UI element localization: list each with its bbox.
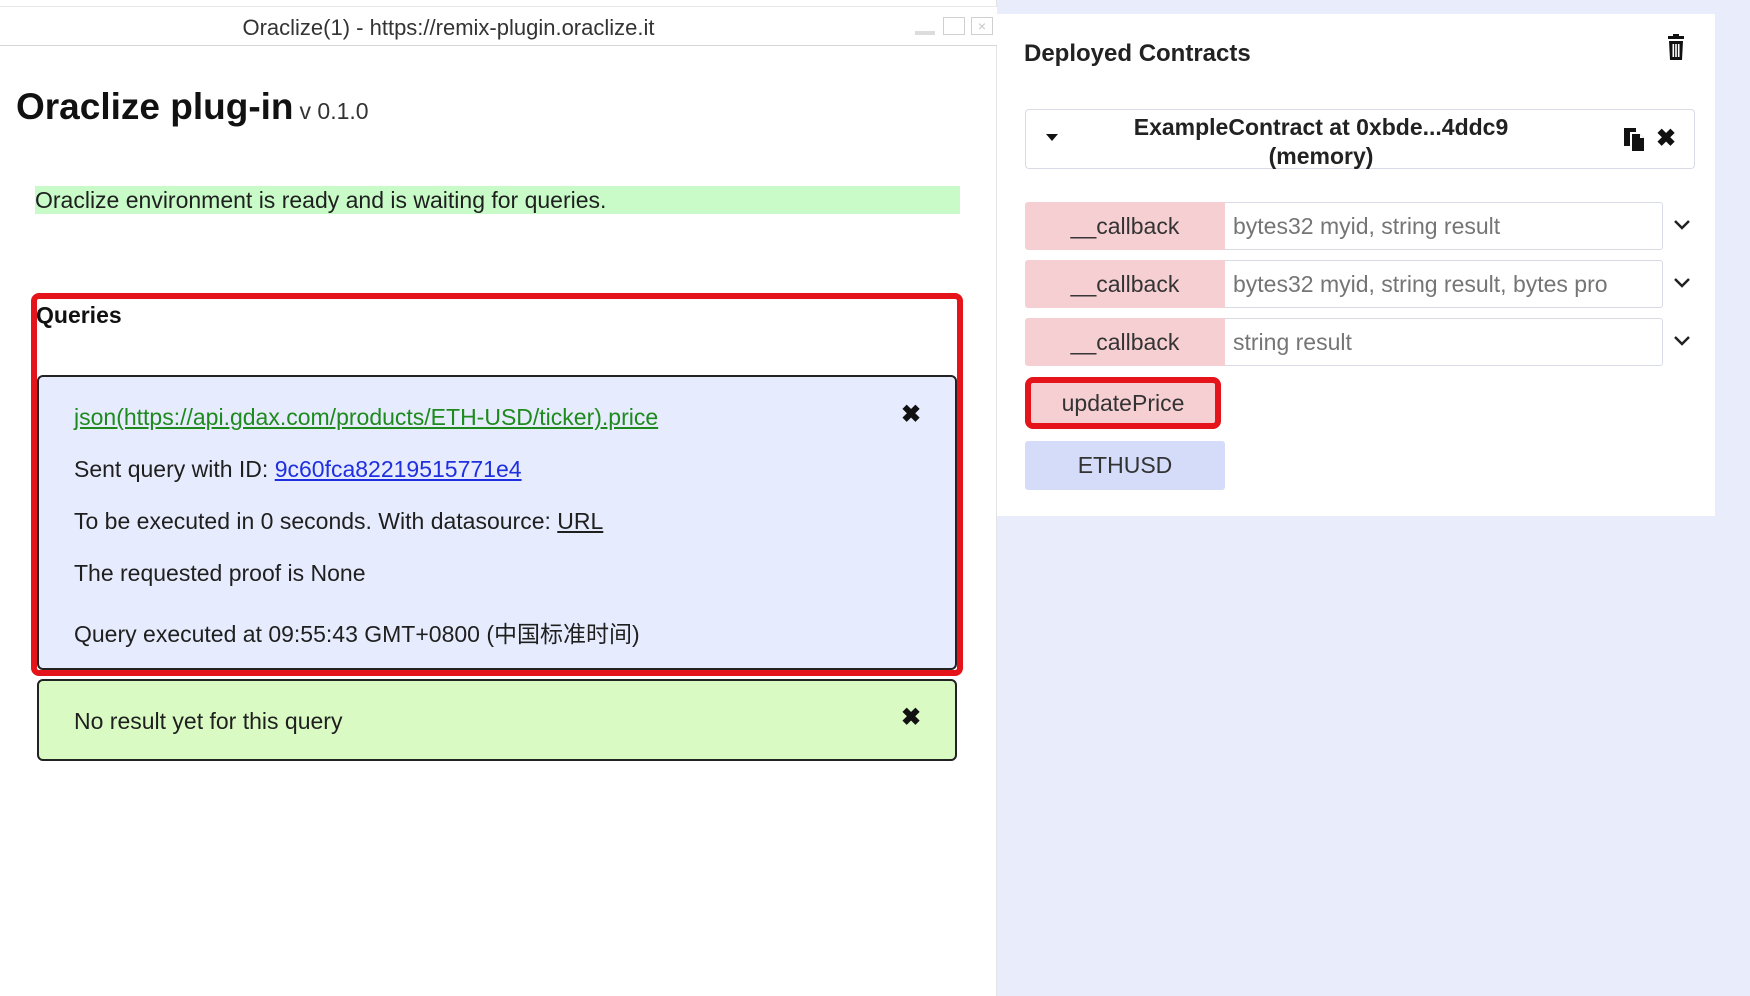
query-exec-line: To be executed in 0 seconds. With dataso… (74, 508, 603, 535)
query-url-link[interactable]: json(https://api.gdax.com/products/ETH-U… (74, 404, 658, 431)
query-exec-prefix: To be executed in 0 seconds. With dataso… (74, 508, 558, 534)
query-id-link[interactable]: 9c60fca82219515771e4 (275, 456, 522, 482)
queries-heading: Queries (36, 302, 122, 328)
callback-button-2[interactable]: __callback (1025, 260, 1225, 308)
close-result-icon[interactable]: ✖ (899, 703, 923, 732)
function-row-callback-1: __callback (1025, 202, 1690, 250)
contract-name: ExampleContract at 0xbde...4ddc9 (memory… (1086, 113, 1556, 171)
close-query-icon[interactable]: ✖ (899, 400, 923, 429)
plugin-name: Oraclize plug-in (16, 86, 294, 127)
remix-run-panel: Deployed Contracts ExampleContract at 0x… (997, 0, 1750, 996)
deployed-contracts-section: Deployed Contracts ExampleContract at 0x… (997, 14, 1715, 516)
window-titlebar[interactable]: Oraclize(1) - https://remix-plugin.oracl… (0, 6, 997, 46)
maximize-icon[interactable] (943, 17, 965, 35)
ethusd-button[interactable]: ETHUSD (1025, 441, 1225, 490)
oraclize-plugin-window: Oraclize(1) - https://remix-plugin.oracl… (0, 0, 997, 996)
callback-button-1[interactable]: __callback (1025, 202, 1225, 250)
chevron-down-icon[interactable] (1673, 216, 1691, 234)
screen: Oraclize(1) - https://remix-plugin.oracl… (0, 0, 1750, 996)
query-id-prefix: Sent query with ID: (74, 456, 275, 482)
copy-icon[interactable] (1622, 126, 1646, 152)
plugin-title: Oraclize plug-in v 0.1.0 (16, 86, 369, 128)
deployed-contracts-title: Deployed Contracts (1024, 40, 1251, 67)
query-proof-line: The requested proof is None (74, 560, 366, 586)
function-row-callback-2: __callback (1025, 260, 1690, 308)
query-executed-line: Query executed at 09:55:43 GMT+0800 (中国标… (74, 621, 640, 647)
update-price-button[interactable]: updatePrice (1025, 377, 1221, 429)
minimize-icon[interactable] (913, 17, 935, 35)
caret-down-icon[interactable] (1046, 134, 1058, 141)
chevron-down-icon[interactable] (1673, 332, 1691, 350)
result-text: No result yet for this query (74, 708, 343, 734)
callback-args-input-2[interactable] (1225, 260, 1663, 308)
callback-args-input-1[interactable] (1225, 202, 1663, 250)
datasource-link[interactable]: URL (557, 508, 603, 534)
result-card: No result yet for this query ✖ (37, 679, 957, 761)
plugin-version: v 0.1.0 (299, 98, 369, 124)
status-banner: Oraclize environment is ready and is wai… (35, 186, 960, 214)
query-card: json(https://api.gdax.com/products/ETH-U… (37, 375, 957, 670)
function-row-callback-3: __callback (1025, 318, 1690, 366)
chevron-down-icon[interactable] (1673, 274, 1691, 292)
callback-button-3[interactable]: __callback (1025, 318, 1225, 366)
close-window-icon[interactable]: × (971, 17, 993, 35)
window-title: Oraclize(1) - https://remix-plugin.oracl… (242, 15, 655, 40)
contract-name-address: ExampleContract at 0xbde...4ddc9 (1133, 114, 1509, 140)
callback-args-input-3[interactable] (1225, 318, 1663, 366)
remove-instance-icon[interactable]: ✖ (1656, 124, 1676, 153)
trash-icon[interactable] (1664, 34, 1688, 62)
contract-instance-header[interactable]: ExampleContract at 0xbde...4ddc9 (memory… (1025, 109, 1695, 169)
query-id-line: Sent query with ID: 9c60fca82219515771e4 (74, 456, 522, 483)
contract-name-env: (memory) (1268, 143, 1374, 169)
